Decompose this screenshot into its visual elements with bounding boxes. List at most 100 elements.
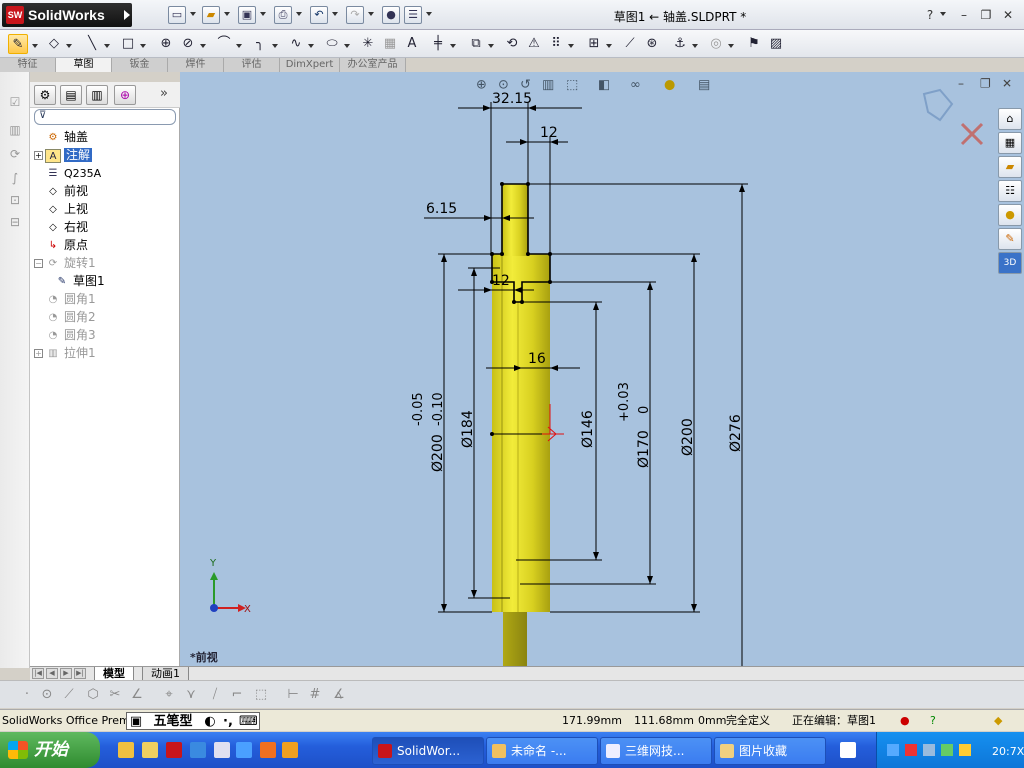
undo-dropdown-arrow-icon[interactable] xyxy=(332,12,338,16)
solidworks-menu-button[interactable]: SW SolidWorks xyxy=(2,3,132,27)
print-dropdown-arrow-icon[interactable] xyxy=(296,12,302,16)
tree-item-annotations[interactable]: + A 注解 xyxy=(34,146,180,164)
ellipse-dropdown-arrow-icon[interactable] xyxy=(344,44,350,48)
line-icon[interactable]: ⟋ xyxy=(60,687,78,703)
expand-icon[interactable]: + xyxy=(34,151,43,160)
jog-line-icon[interactable]: ⋎ xyxy=(182,687,200,703)
rectangle-tool-icon[interactable]: □ xyxy=(118,34,138,54)
perimeter-circle-icon[interactable]: ⊘ xyxy=(178,34,198,54)
tray-antivirus-icon[interactable] xyxy=(905,744,917,756)
tree-item-front-plane[interactable]: ◇ 前视 xyxy=(34,182,180,200)
help-icon[interactable]: ? xyxy=(922,7,938,23)
tab-animation1[interactable]: 动画1 xyxy=(142,667,189,681)
tab-office-products[interactable]: 办公室产品 xyxy=(340,58,406,72)
ie-quicklaunch-icon[interactable] xyxy=(190,742,206,758)
sketch-dropdown-arrow-icon[interactable] xyxy=(32,44,38,48)
graphics-minimize-icon[interactable]: – xyxy=(958,77,964,91)
next-tab-icon[interactable]: ▶ xyxy=(60,668,72,679)
browser-quicklaunch-icon[interactable] xyxy=(236,742,252,758)
tree-root[interactable]: ⚙ 轴盖 xyxy=(34,128,180,146)
chamfer-icon[interactable]: ⌐ xyxy=(228,687,246,703)
relations-icon[interactable]: ⟋ xyxy=(620,34,640,54)
tree-item-fillet3[interactable]: ◔ 圆角3 xyxy=(34,326,180,344)
instant2d-icon[interactable]: ⚑ xyxy=(744,34,764,54)
rebuild-status-icon[interactable]: ● xyxy=(900,714,910,728)
redo-icon[interactable]: ↷ xyxy=(346,6,364,24)
trim-dropdown-arrow-icon[interactable] xyxy=(450,44,456,48)
tray-volume-icon[interactable] xyxy=(923,744,935,756)
offset-dropdown-arrow-icon[interactable] xyxy=(488,44,494,48)
home-icon[interactable]: ⌂ xyxy=(998,108,1022,130)
rectangle-dropdown-arrow-icon[interactable] xyxy=(140,44,146,48)
circle-icon[interactable]: ⊙ xyxy=(38,687,56,703)
circle-tool-icon[interactable]: ⊕ xyxy=(156,34,176,54)
arc-dropdown-arrow-icon[interactable] xyxy=(236,44,242,48)
dim-12-top[interactable]: 12 xyxy=(540,125,558,141)
dimension-dropdown-arrow-icon[interactable] xyxy=(66,44,72,48)
ime-halfwidth-icon[interactable]: ◐ xyxy=(203,714,217,729)
graphics-close-icon[interactable]: ✕ xyxy=(1002,77,1012,91)
spline-dropdown-arrow-icon[interactable] xyxy=(308,44,314,48)
view-palette-icon[interactable]: ● xyxy=(998,204,1022,226)
ime-punctuation-icon[interactable]: ·, xyxy=(221,714,235,729)
line-dropdown-arrow-icon[interactable] xyxy=(104,44,110,48)
tray-tools-icon[interactable] xyxy=(959,744,971,756)
linear-pattern-icon[interactable]: ⠿ xyxy=(546,34,566,54)
cut-icon[interactable]: ⊟ xyxy=(6,214,24,230)
minimize-window-button[interactable]: – xyxy=(956,7,972,23)
tab-model[interactable]: 模型 xyxy=(94,667,134,681)
help-dropdown-arrow-icon[interactable] xyxy=(940,12,946,16)
text-tool-icon[interactable]: A xyxy=(402,34,422,54)
undo-icon[interactable]: ↶ xyxy=(310,6,328,24)
tree-item-sketch1[interactable]: ✎ 草图1 xyxy=(54,272,200,290)
tab-dimxpert[interactable]: DimXpert xyxy=(280,58,340,72)
point-tool-icon[interactable]: ✳ xyxy=(358,34,378,54)
notepad-quicklaunch-icon[interactable] xyxy=(214,742,230,758)
discard-sketch-icon[interactable] xyxy=(960,122,984,146)
tags-icon[interactable]: ◆ xyxy=(994,714,1002,728)
trim-entities-icon[interactable]: ╪ xyxy=(428,34,448,54)
hide-show-items-icon[interactable]: ∞ xyxy=(630,77,641,92)
dim-d200-tol[interactable]: Ø200 xyxy=(430,434,446,472)
previous-view-icon[interactable]: ↺ xyxy=(520,77,531,92)
grid-icon[interactable]: # xyxy=(306,687,324,703)
view-settings-icon[interactable]: ▤ xyxy=(698,77,710,92)
ime-keyboard-icon[interactable]: ⌨ xyxy=(239,714,258,729)
folder-quicklaunch-icon[interactable] xyxy=(142,742,158,758)
dim-32-15[interactable]: 32.15 xyxy=(492,91,532,107)
show-desktop-icon[interactable] xyxy=(118,742,134,758)
exit-sketch-icon[interactable] xyxy=(922,88,954,122)
smart-dimension-icon[interactable]: ◇ xyxy=(44,34,64,54)
snaps-dropdown-arrow-icon[interactable] xyxy=(692,44,698,48)
solidworks-quicklaunch-icon[interactable] xyxy=(166,742,182,758)
sketch-tool-icon[interactable]: ✎ xyxy=(8,34,28,54)
point-icon[interactable]: · xyxy=(18,687,36,703)
convert-entities-icon[interactable]: ⟲ xyxy=(502,34,522,54)
prev-tab-icon[interactable]: ◀ xyxy=(46,668,58,679)
zoom-area-icon[interactable]: ⊙ xyxy=(498,77,509,92)
dimxpert-manager-tab-icon[interactable]: ⊕ xyxy=(114,85,136,105)
tab-features[interactable]: 特征 xyxy=(0,58,56,72)
dim-12-step[interactable]: 12 xyxy=(492,273,510,289)
mirror-entities-icon[interactable]: ⚠ xyxy=(524,34,544,54)
line-tool-icon[interactable]: ╲ xyxy=(82,34,102,54)
dim-d276[interactable]: Ø276 xyxy=(728,414,744,452)
dim-d200[interactable]: Ø200 xyxy=(680,418,696,456)
rebuild-traffic-light-icon[interactable]: ● xyxy=(382,6,400,24)
move-entities-icon[interactable]: ⊞ xyxy=(584,34,604,54)
taskbar-button-browser[interactable]: 三维网技... xyxy=(600,737,712,765)
new-document-icon[interactable]: ▭ xyxy=(168,6,186,24)
tray-update-icon[interactable] xyxy=(941,744,953,756)
taskbar-button-solidworks[interactable]: SolidWor... xyxy=(372,737,484,765)
center-rectangle-icon[interactable]: ⬚ xyxy=(252,687,270,703)
circle-dropdown-arrow-icon[interactable] xyxy=(200,44,206,48)
tools-quicklaunch-icon[interactable] xyxy=(282,742,298,758)
dim-d170[interactable]: Ø170 xyxy=(636,430,652,468)
tree-item-right-plane[interactable]: ◇ 右视 xyxy=(34,218,180,236)
pattern-dropdown-arrow-icon[interactable] xyxy=(568,44,574,48)
first-tab-icon[interactable]: |◀ xyxy=(32,668,44,679)
dim-16[interactable]: 16 xyxy=(528,351,546,367)
tray-network-icon[interactable] xyxy=(887,744,899,756)
property-manager-tab-icon[interactable]: ▤ xyxy=(60,85,82,105)
open-dropdown-arrow-icon[interactable] xyxy=(224,12,230,16)
